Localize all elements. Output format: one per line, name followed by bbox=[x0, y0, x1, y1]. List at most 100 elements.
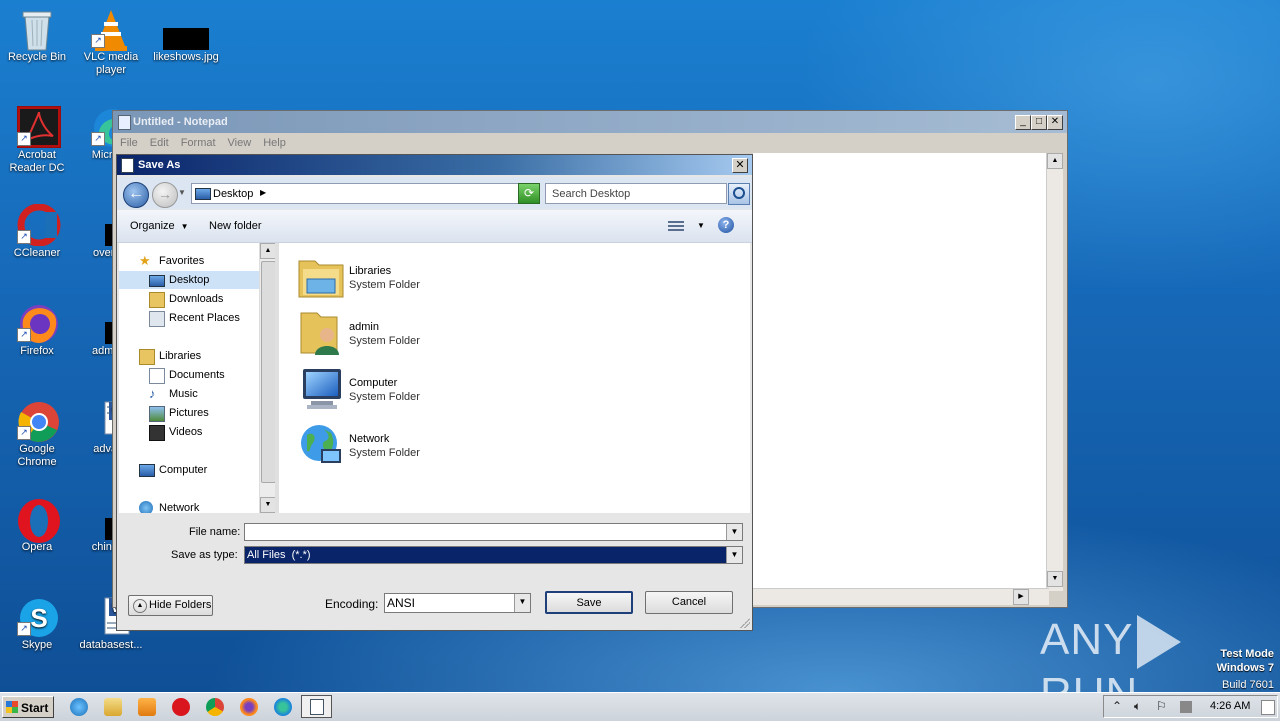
test-mode-label: Test Mode bbox=[1220, 648, 1274, 660]
notepad-horizontal-scrollbar[interactable]: ▶ bbox=[753, 588, 1049, 605]
refresh-button[interactable]: ⟳ bbox=[518, 183, 540, 204]
new-folder-button[interactable]: New folder bbox=[209, 220, 262, 232]
navigation-scrollbar[interactable]: ▲ ▼ bbox=[259, 243, 276, 513]
file-item[interactable]: admin System Folder bbox=[297, 309, 517, 359]
nav-desktop[interactable]: Desktop bbox=[119, 271, 259, 289]
file-item[interactable]: Computer System Folder bbox=[297, 365, 517, 415]
cancel-button[interactable]: Cancel bbox=[645, 591, 733, 614]
close-button[interactable]: ✕ bbox=[1047, 115, 1063, 130]
videos-icon bbox=[149, 425, 165, 441]
scroll-up-arrow-icon[interactable]: ▲ bbox=[1047, 153, 1063, 169]
nav-pictures[interactable]: Pictures bbox=[119, 404, 259, 422]
nav-computer[interactable]: Computer bbox=[119, 461, 259, 479]
firefox-icon[interactable] bbox=[240, 698, 258, 716]
file-item[interactable]: Libraries System Folder bbox=[297, 253, 517, 303]
desktop-icon-recycle-bin[interactable]: Recycle Bin bbox=[0, 8, 74, 64]
notepad-vertical-scrollbar[interactable]: ▲ ▼ bbox=[1046, 153, 1063, 591]
encoding-select[interactable]: ANSI ▼ bbox=[384, 593, 531, 613]
address-bar[interactable]: Desktop ▶ ▼ bbox=[191, 183, 539, 204]
notepad-titlebar[interactable]: Untitled - Notepad _ □ ✕ bbox=[113, 111, 1067, 133]
network-tray-icon[interactable] bbox=[1180, 701, 1192, 713]
nav-label: Favorites bbox=[159, 255, 205, 267]
start-button[interactable]: Start bbox=[2, 696, 54, 718]
view-dropdown-icon[interactable]: ▼ bbox=[697, 221, 705, 230]
menu-help[interactable]: Help bbox=[256, 133, 291, 149]
view-options-icon[interactable] bbox=[668, 219, 684, 232]
opera-icon[interactable] bbox=[172, 698, 190, 716]
firefox-icon: ↗ bbox=[17, 302, 58, 343]
menu-format[interactable]: Format bbox=[174, 133, 221, 149]
file-explorer-icon[interactable] bbox=[104, 698, 122, 716]
desktop-icon-opera[interactable]: Opera bbox=[0, 498, 74, 554]
clock[interactable]: 4:26 AM bbox=[1210, 700, 1250, 712]
organize-button[interactable]: Organize ▼ bbox=[130, 220, 189, 232]
nav-recent-places[interactable]: Recent Places bbox=[119, 309, 259, 327]
notepad-text-area[interactable] bbox=[753, 153, 1049, 591]
hide-folders-button[interactable]: ▲ Hide Folders bbox=[128, 595, 213, 616]
scroll-down-arrow-icon[interactable]: ▼ bbox=[1047, 571, 1063, 587]
scroll-down-arrow-icon[interactable]: ▼ bbox=[260, 497, 276, 513]
chevron-down-icon[interactable]: ▼ bbox=[726, 547, 742, 563]
save-as-type-value: All Files (*.*) bbox=[247, 549, 311, 561]
action-center-flag-icon[interactable]: ⚐ bbox=[1156, 699, 1167, 713]
chevron-down-icon[interactable]: ▼ bbox=[514, 594, 530, 612]
nav-libraries[interactable]: Libraries bbox=[119, 347, 259, 365]
maximize-button[interactable]: □ bbox=[1031, 115, 1047, 130]
scroll-right-arrow-icon[interactable]: ▶ bbox=[1013, 589, 1029, 605]
nav-music[interactable]: ♪ Music bbox=[119, 385, 259, 403]
back-button[interactable]: ← bbox=[123, 182, 149, 208]
internet-explorer-icon[interactable] bbox=[70, 698, 88, 716]
search-icon[interactable] bbox=[728, 183, 750, 205]
nav-videos[interactable]: Videos bbox=[119, 423, 259, 441]
menu-file[interactable]: File bbox=[113, 133, 143, 149]
file-name: Libraries bbox=[349, 265, 392, 277]
speaker-icon[interactable]: 🔈︎ bbox=[1134, 699, 1141, 714]
show-desktop-button[interactable] bbox=[1261, 700, 1275, 715]
scroll-up-arrow-icon[interactable]: ▲ bbox=[260, 243, 276, 259]
play-logo-icon bbox=[1137, 615, 1182, 670]
search-input[interactable]: Search Desktop bbox=[545, 183, 727, 204]
history-dropdown-icon[interactable]: ▼ bbox=[178, 188, 186, 197]
forward-button[interactable]: → bbox=[152, 182, 178, 208]
desktop-icon-firefox[interactable]: ↗ Firefox bbox=[0, 302, 74, 358]
nav-label: Recent Places bbox=[169, 312, 240, 324]
menu-view[interactable]: View bbox=[221, 133, 257, 149]
breadcrumb-chevron-icon[interactable]: ▶ bbox=[260, 188, 266, 197]
minimize-button[interactable]: _ bbox=[1015, 115, 1031, 130]
menu-edit[interactable]: Edit bbox=[143, 133, 174, 149]
nav-label: Computer bbox=[159, 464, 208, 476]
nav-network[interactable]: Network bbox=[119, 499, 259, 513]
desktop-icon-acrobat[interactable]: ↗ Acrobat Reader DC bbox=[0, 105, 74, 175]
nav-documents[interactable]: Documents bbox=[119, 366, 259, 384]
save-button[interactable]: Save bbox=[545, 591, 633, 614]
save-as-type-select[interactable]: All Files (*.*) ▼ bbox=[244, 546, 743, 564]
nav-label: Desktop bbox=[169, 274, 210, 286]
notepad-taskbar-button[interactable] bbox=[301, 695, 332, 718]
desktop-icon-vlc[interactable]: ↗ VLC media player bbox=[74, 8, 148, 77]
scroll-thumb[interactable] bbox=[261, 261, 276, 483]
show-hidden-icons-icon[interactable]: ⌃ bbox=[1112, 699, 1122, 713]
help-icon[interactable]: ? bbox=[718, 217, 734, 233]
nav-favorites[interactable]: ★ Favorites bbox=[119, 252, 259, 270]
file-item[interactable]: Network System Folder bbox=[297, 421, 517, 471]
desktop-icon-ccleaner[interactable]: ↗ CCleaner bbox=[0, 203, 74, 260]
chevron-down-icon[interactable]: ▼ bbox=[726, 524, 742, 540]
desktop-icon-label: Google Chrome bbox=[17, 443, 57, 468]
edge-icon[interactable] bbox=[274, 698, 292, 716]
chrome-icon[interactable] bbox=[206, 698, 224, 716]
start-label: Start bbox=[21, 701, 49, 715]
desktop-icon-chrome[interactable]: ↗ Google Chrome bbox=[0, 400, 74, 469]
desktop-icon-skype[interactable]: S ↗ Skype bbox=[0, 596, 74, 652]
notepad-title: Untitled - Notepad bbox=[133, 116, 228, 128]
file-name-input[interactable]: ▼ bbox=[244, 523, 743, 541]
nav-downloads[interactable]: Downloads bbox=[119, 290, 259, 308]
file-name-label: File name: bbox=[189, 526, 241, 538]
dialog-close-button[interactable]: ✕ bbox=[732, 158, 748, 173]
desktop-icon-label: likeshows.jpg bbox=[153, 51, 219, 63]
desktop-icon-likeshows[interactable]: likeshows.jpg bbox=[149, 8, 223, 64]
resize-grip[interactable] bbox=[740, 618, 750, 628]
dialog-titlebar[interactable]: Save As ✕ bbox=[117, 155, 752, 175]
libraries-icon bbox=[139, 349, 155, 365]
media-player-icon[interactable] bbox=[138, 698, 156, 716]
opera-icon bbox=[17, 498, 60, 543]
